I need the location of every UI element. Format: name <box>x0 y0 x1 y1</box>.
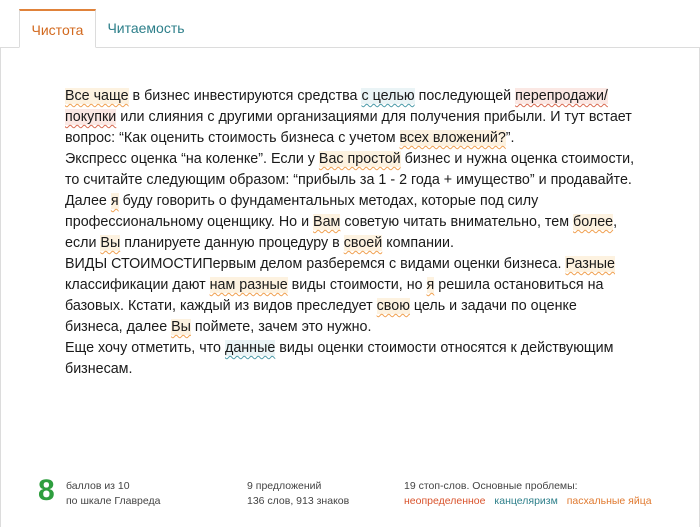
highlighted-word[interactable]: Вас простой <box>318 151 401 167</box>
highlighted-word[interactable]: свою <box>376 298 410 314</box>
text-segment: классификации дают <box>65 277 210 293</box>
text-segment: планируете данную процедуру в <box>120 235 344 251</box>
highlighted-word[interactable]: нам разные <box>209 277 288 293</box>
text-paragraph: Еще хочу отметить, что данные виды оценк… <box>65 338 635 380</box>
text-segment: виды стоимости, но <box>287 277 427 293</box>
score-value: 8 <box>38 474 55 507</box>
highlighted-word[interactable]: с целью <box>361 88 415 104</box>
analyzed-text: Все чаще в бизнес инвестируются средства… <box>65 86 635 380</box>
text-paragraph: Все чаще в бизнес инвестируются средства… <box>65 86 635 149</box>
text-paragraph: ВИДЫ СТОИМОСТИПервым делом разберемся с … <box>65 254 635 338</box>
stats-footer: 8 баллов из 10 по шкале Главреда 9 предл… <box>0 472 700 527</box>
tab-readability[interactable]: Читаемость <box>96 9 196 47</box>
text-stats: 9 предложений 136 слов, 913 знаков <box>247 479 349 509</box>
text-segment: Еще хочу отметить, что <box>65 340 225 356</box>
highlighted-word[interactable]: данные <box>224 340 276 356</box>
text-segment: компании. <box>382 235 454 251</box>
text-segment: ”. <box>505 130 515 146</box>
word-char-count: 136 слов, 913 знаков <box>247 495 350 507</box>
text-paragraph: Экспресс оценка “на коленке”. Если у Вас… <box>65 149 635 191</box>
problem-tags: неопределенное канцеляризм пасхальные яй… <box>404 494 658 509</box>
text-segment: Экспресс оценка “на коленке”. Если у <box>65 151 319 167</box>
text-segment: в бизнес инвестируются средства <box>128 88 362 104</box>
problems-summary: 19 стоп-слов. Основные проблемы: неопред… <box>404 479 658 509</box>
highlighted-word[interactable]: Все чаще <box>65 88 129 104</box>
sentence-count: 9 предложений <box>247 480 322 492</box>
tab-bar: Чистота Читаемость <box>0 0 700 48</box>
text-segment: поймете, зачем это нужно. <box>190 319 372 335</box>
text-segment: ВИДЫ СТОИМОСТИПервым делом разберемся с … <box>65 256 566 272</box>
tag-indefinite[interactable]: неопределенное <box>404 495 485 507</box>
tab-purity[interactable]: Чистота <box>19 9 96 48</box>
text-segment: последующей <box>414 88 516 104</box>
text-paragraph: Далее я буду говорить о фундаментальных … <box>65 191 635 254</box>
tag-officialese[interactable]: канцеляризм <box>494 495 557 507</box>
highlighted-word[interactable]: более <box>573 214 614 230</box>
highlighted-word[interactable]: я <box>110 193 119 209</box>
score-caption: баллов из 10 по шкале Главреда <box>66 479 160 509</box>
score-caption-line: по шкале Главреда <box>66 495 161 507</box>
highlighted-word[interactable]: Вы <box>171 319 191 335</box>
highlighted-word[interactable]: Вы <box>100 235 121 251</box>
text-segment: советую читать внимательно, тем <box>340 214 574 230</box>
highlighted-word[interactable]: своей <box>343 235 383 251</box>
highlighted-word[interactable]: всех вложений? <box>399 130 506 146</box>
text-segment: или слияния с другими организациями для … <box>65 109 632 146</box>
highlighted-word[interactable]: Вам <box>313 214 341 230</box>
stopword-count: 19 стоп-слов. Основные проблемы: <box>404 480 578 492</box>
score-caption-line: баллов из 10 <box>66 480 130 492</box>
highlighted-word[interactable]: Разные <box>565 256 615 272</box>
tag-easter-eggs[interactable]: пасхальные яйца <box>567 495 652 507</box>
text-segment: Далее <box>65 193 111 209</box>
